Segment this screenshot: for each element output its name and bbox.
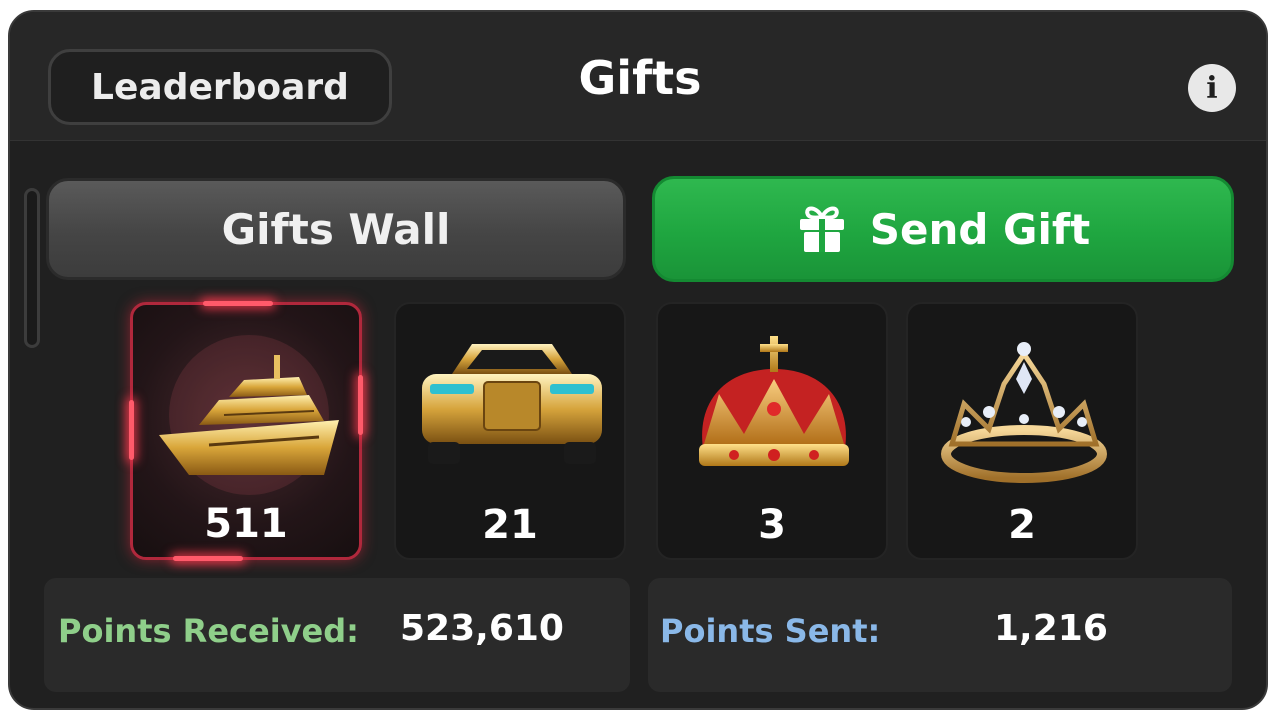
gifts-wall-label: Gifts Wall [221,204,451,254]
crown-icon [699,336,849,466]
selection-glow [129,400,134,460]
gift-count: 2 [1008,502,1036,548]
points-sent-colon: : [867,612,881,650]
gift-count: 3 [758,502,786,548]
gift-tile-yacht[interactable]: 511 [129,301,363,561]
header-bar: Leaderboard Gifts i [10,12,1266,141]
send-gift-label: Send Gift [869,204,1091,254]
selection-glow [203,301,273,306]
yacht-icon [159,335,339,495]
info-icon[interactable]: i [1188,64,1236,112]
selection-glow [358,375,363,435]
gift-tile-car[interactable]: 21 [394,302,626,560]
gift-icon [799,206,844,252]
points-sent-value: 1,216 [994,608,1108,649]
points-sent-label: Points Sent: [660,612,880,650]
car-icon [422,344,602,464]
gifts-panel: Leaderboard Gifts i Gifts Wall Send Gift [8,10,1268,710]
points-received-label: Points Received: [58,612,359,650]
page-title: Gifts [578,51,702,105]
selection-glow [173,556,243,561]
gift-count: 511 [204,501,288,547]
points-sent-text: Points Sent [660,612,868,650]
scrollbar[interactable] [24,188,40,348]
tiara-icon [941,342,1107,483]
points-sent-box: Points Sent: 1,216 [648,578,1232,692]
send-gift-button[interactable]: Send Gift [652,176,1234,282]
points-received-value: 523,610 [400,608,564,649]
leaderboard-button[interactable]: Leaderboard [48,49,392,125]
gift-tile-red-crown[interactable]: 3 [656,302,888,560]
points-received-colon: : [346,612,359,650]
gift-tile-diamond-tiara[interactable]: 2 [906,302,1138,560]
points-received-text: Points Received [58,612,347,650]
gifts-wall-button[interactable]: Gifts Wall [46,178,626,280]
points-received-box: Points Received: 523,610 [44,578,630,692]
gift-count: 21 [482,502,538,548]
